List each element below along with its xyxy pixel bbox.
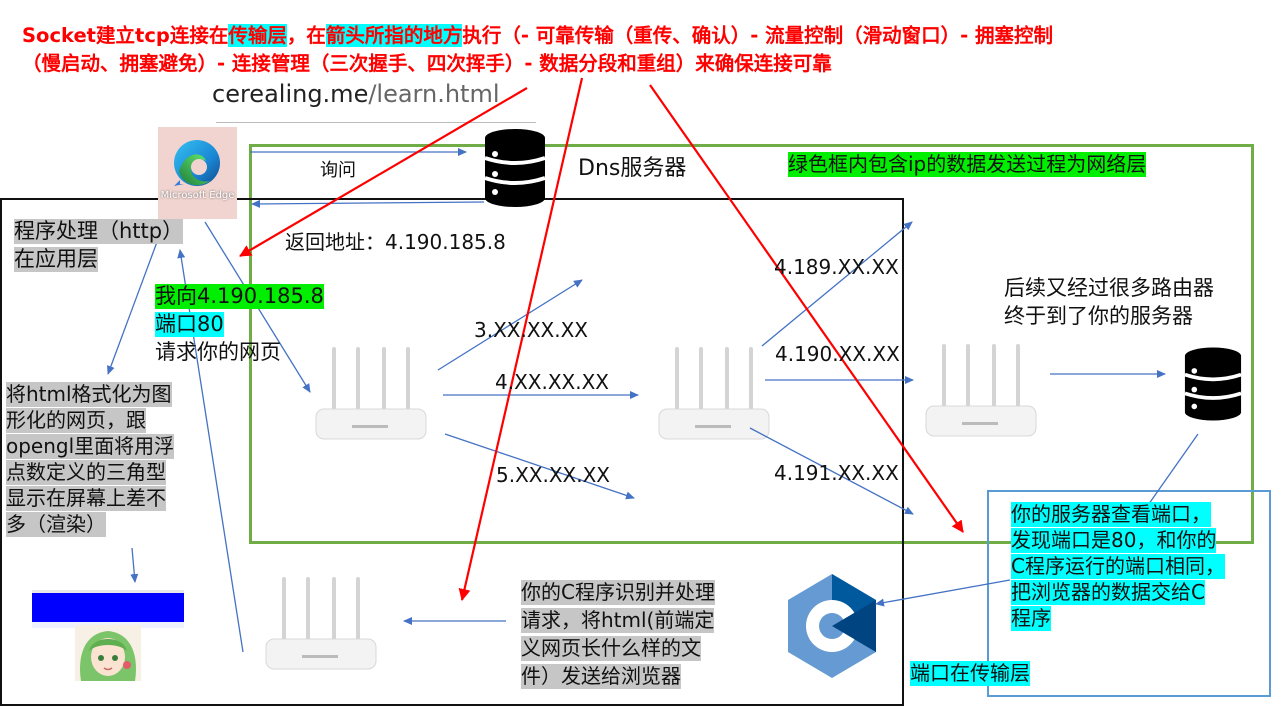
render-note-line: 点数定义的三角型 [6, 460, 166, 485]
c-program-line: 请求，将html(前端定 [521, 608, 715, 633]
dns-return-label: 返回地址：4.190.185.8 [285, 230, 506, 254]
network-layer-note: 绿色框内包含ip的数据发送过程为网络层 [788, 152, 1147, 177]
dns-query-label: 询问 [320, 160, 356, 181]
ip-label-4: 4.XX.XX.XX [495, 370, 610, 394]
server-port-line: C程序运行的端口相同， [1011, 554, 1225, 579]
later-routers-line-2: 终于到了你的服务器 [1004, 304, 1193, 328]
render-note-line: 形化的网页，跟 [6, 408, 146, 433]
render-note-line: 显示在屏幕上差不 [6, 486, 166, 511]
dns-server-label: Dns服务器 [578, 156, 687, 181]
ip-label-3: 3.XX.XX.XX [474, 318, 589, 342]
ip-label-4-189: 4.189.XX.XX [774, 255, 899, 279]
ip-label-4-191: 4.191.XX.XX [774, 461, 899, 485]
render-note: 将html格式化为图 形化的网页，跟 opengl里面将用浮 点数定义的三角型 … [6, 382, 175, 537]
app-layer-line-2: 在应用层 [14, 247, 98, 272]
request-port: 端口80 [155, 312, 224, 337]
server-port-line: 程序 [1011, 606, 1051, 631]
render-note-line: 将html格式化为图 [6, 382, 172, 407]
later-routers-line-1: 后续又经过很多路由器 [1004, 276, 1214, 300]
c-program-line: 你的C程序识别并处理 [521, 580, 715, 605]
server-port-line: 把浏览器的数据交给C [1011, 580, 1205, 605]
server-port-line: 发现端口是80，和你的 [1011, 528, 1217, 553]
server-port-line: 你的服务器查看端口， [1011, 502, 1211, 527]
ip-label-5: 5.XX.XX.XX [496, 463, 611, 487]
c-program-line: 义网页长什么样的文 [521, 636, 701, 661]
render-note-line: 多（渲染） [6, 512, 106, 537]
request-page: 请求你的网页 [155, 340, 281, 364]
app-layer-line-1: 程序处理（http） [14, 219, 184, 244]
port-layer-label: 端口在传输层 [910, 661, 1030, 686]
ip-label-4-190: 4.190.XX.XX [775, 342, 900, 366]
render-note-line: opengl里面将用浮 [6, 434, 175, 459]
request-target-ip: 我向4.190.185.8 [155, 284, 324, 309]
server-port-note: 你的服务器查看端口， 发现端口是80，和你的 C程序运行的端口相同， 把浏览器的… [1011, 502, 1225, 631]
c-program-note: 你的C程序识别并处理 请求，将html(前端定 义网页长什么样的文 件）发送给浏… [521, 580, 715, 689]
c-program-line: 件）发送给浏览器 [521, 664, 681, 689]
